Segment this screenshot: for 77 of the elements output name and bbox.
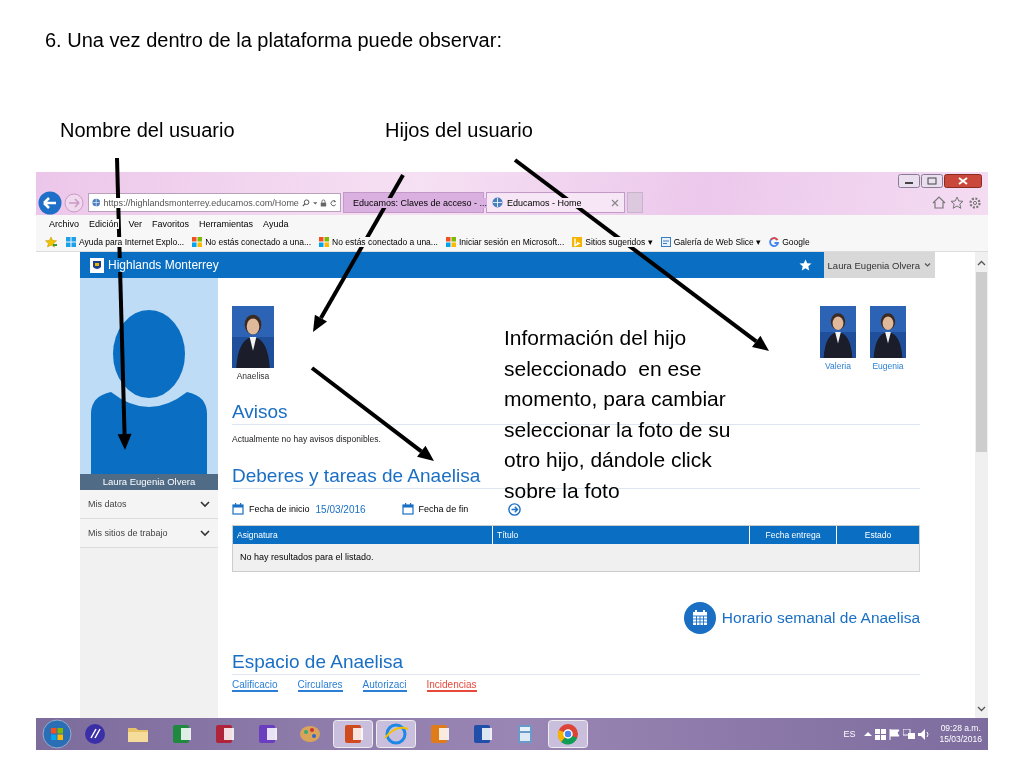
school-logo-icon <box>90 257 104 273</box>
globe-icon <box>92 197 101 208</box>
scroll-up-icon[interactable] <box>977 260 986 266</box>
browser-tab[interactable]: Educamos - Home <box>486 192 625 213</box>
chevron-down-icon <box>924 262 931 268</box>
browser-icon[interactable] <box>376 720 416 748</box>
chevron-down-icon <box>200 500 210 508</box>
minimize-button[interactable] <box>898 174 920 188</box>
speaker-icon[interactable] <box>918 728 931 740</box>
schedule-link[interactable]: Horario semanal de Anaelisa <box>683 602 920 634</box>
caret-up-icon[interactable] <box>864 731 873 737</box>
clock[interactable]: 09:28 a.m. 15/03/2016 <box>939 723 982 745</box>
start-date-filter[interactable]: Fecha de inicio <box>232 503 310 515</box>
flag-icon[interactable] <box>889 728 901 740</box>
network-icon[interactable] <box>903 728 916 740</box>
scroll-down-icon[interactable] <box>977 706 986 712</box>
section-tab[interactable]: Calificacio <box>232 679 278 692</box>
search-icon[interactable] <box>301 197 310 208</box>
user-menu[interactable]: Laura Eugenia Olvera <box>823 252 935 278</box>
site-name[interactable]: Highlands Monterrey <box>108 258 219 272</box>
menu-item[interactable]: Archivo <box>49 218 79 229</box>
empty-message: No hay resultados para el listado. <box>239 551 375 564</box>
home-icon[interactable] <box>932 195 946 209</box>
lock-icon <box>320 197 328 208</box>
scrollbar[interactable] <box>975 252 988 718</box>
web-slice-icon <box>660 236 671 247</box>
child-photo-link[interactable]: Eugenia <box>870 306 906 384</box>
section-tab[interactable]: Circulares <box>297 679 343 692</box>
windows-icon <box>445 236 456 247</box>
tab-title: Educamos: Claves de acceso - ... <box>353 197 488 208</box>
column-header[interactable]: Título <box>493 526 749 544</box>
callout-label: Hijos del usuario <box>385 118 533 142</box>
windows-icon <box>192 236 203 247</box>
settings-icon[interactable] <box>968 195 982 210</box>
menu-item[interactable]: Ayuda <box>263 218 289 229</box>
refresh-icon[interactable] <box>330 197 337 208</box>
star-icon[interactable] <box>950 195 964 209</box>
address-bar[interactable]: https://highlandsmonterrey.educamos.com/Home <box>88 193 341 212</box>
chevron-down-icon <box>200 529 210 537</box>
child-photo-link[interactable]: Anaelisa <box>232 306 274 381</box>
menu-item[interactable]: Favoritos <box>152 218 190 229</box>
section-title: Espacio de Anaelisa <box>232 650 920 675</box>
column-header[interactable]: Fecha entrega <box>750 526 836 544</box>
slide-heading: 6. Una vez dentro de la plataforma puede observar: <box>45 28 502 52</box>
column-header[interactable]: Asignatura <box>233 526 492 544</box>
menu-item[interactable]: Herramientas <box>199 218 254 229</box>
arrow-right-circle-icon[interactable] <box>508 502 522 516</box>
column-header[interactable]: Estado <box>837 526 919 544</box>
calendar-icon <box>401 503 414 515</box>
notice-text: Actualmente no hay avisos disponibles. <box>232 434 382 444</box>
language-indicator[interactable]: ES <box>843 729 856 739</box>
bing-icon <box>572 236 583 247</box>
star-icon[interactable] <box>798 259 812 271</box>
back-button[interactable] <box>38 190 62 215</box>
globe-icon <box>492 197 503 208</box>
menu-item[interactable]: Ver <box>128 218 143 229</box>
start-button[interactable] <box>42 719 72 749</box>
menu-item[interactable]: Edición <box>89 218 119 229</box>
browser-icon[interactable] <box>548 720 588 748</box>
url-text: https://highlandsmonterrey.educamos.com/Home <box>103 197 299 208</box>
section-tab[interactable]: Autorizaci <box>362 679 407 692</box>
end-date-filter[interactable]: Fecha de fin <box>401 503 469 515</box>
close-button[interactable] <box>944 174 982 188</box>
windows-icon <box>66 236 76 247</box>
calendar-icon <box>232 503 244 515</box>
calendar-icon <box>683 602 716 634</box>
callout-label: Nombre del usuario <box>60 118 235 142</box>
scrollbar-thumb[interactable] <box>976 272 987 452</box>
favorites-star-icon[interactable] <box>45 235 58 248</box>
windows-icon <box>319 236 330 247</box>
section-tab[interactable]: Incidencias <box>426 679 477 692</box>
child-photo-link[interactable]: Valeria <box>820 306 856 384</box>
user-name: Laura Eugenia Olvera <box>80 474 218 490</box>
close-icon[interactable] <box>611 198 619 207</box>
google-icon <box>769 236 780 247</box>
windows-icon[interactable] <box>875 728 887 740</box>
date-value: 15/03/2016 <box>315 503 366 515</box>
